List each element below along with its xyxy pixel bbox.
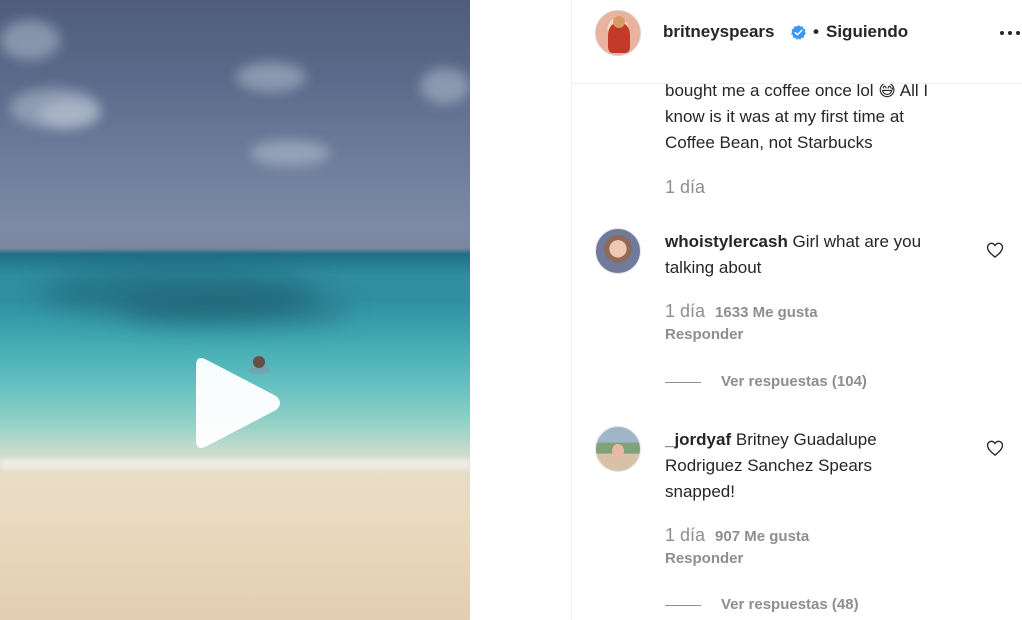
view-replies-label[interactable]: Ver respuestas (104) bbox=[721, 373, 867, 390]
post-details-panel: bought me a coffee once lol 😅 All I know… bbox=[571, 0, 1022, 620]
view-replies-label[interactable]: Ver respuestas (48) bbox=[721, 596, 859, 613]
comment-text: whoistylercash Girl what are you talking… bbox=[665, 229, 965, 281]
reef-shadow bbox=[120, 296, 350, 326]
following-button[interactable]: Siguiendo bbox=[826, 22, 908, 42]
comments-list: bought me a coffee once lol 😅 All I know… bbox=[572, 81, 1022, 620]
separator-dot: • bbox=[813, 22, 819, 41]
comment-body-line: snapped! bbox=[665, 482, 735, 501]
play-icon[interactable] bbox=[188, 354, 284, 452]
view-replies-button[interactable]: Ver respuestas (48) bbox=[665, 596, 859, 613]
comment-meta: 1 día 907 Me gusta bbox=[665, 525, 809, 546]
comment-text: bought me a coffee once lol 😅 All I know… bbox=[665, 78, 995, 156]
comment-username[interactable]: whoistylercash bbox=[665, 232, 788, 251]
reply-button[interactable]: Responder bbox=[665, 326, 743, 343]
avatar-face bbox=[612, 444, 624, 458]
cloud bbox=[250, 140, 330, 166]
cloud bbox=[40, 100, 100, 128]
cloud bbox=[0, 20, 60, 60]
comment-text-line: Coffee Bean, not Starbucks bbox=[665, 133, 873, 152]
avatar[interactable] bbox=[595, 10, 641, 56]
comment-username[interactable]: _jordyaf bbox=[665, 430, 731, 449]
cloud bbox=[236, 62, 306, 92]
post-author-username[interactable]: britneyspears bbox=[663, 22, 775, 42]
post-header: britneyspears • Siguiendo bbox=[572, 0, 1022, 84]
comment-time-text: 1 día bbox=[665, 177, 706, 197]
comment-body-line: talking about bbox=[665, 258, 762, 277]
comment-text-line: know is it was at my first time at bbox=[665, 107, 904, 126]
comment-body-line: Rodriguez Sanchez Spears bbox=[665, 456, 872, 475]
comment-likes[interactable]: 907 Me gusta bbox=[715, 528, 809, 545]
avatar-face bbox=[613, 16, 625, 28]
avatar[interactable] bbox=[595, 426, 641, 472]
divider bbox=[665, 604, 701, 606]
post-video[interactable] bbox=[0, 0, 470, 620]
more-options-icon[interactable] bbox=[998, 30, 1022, 38]
reply-button[interactable]: Responder bbox=[665, 550, 743, 567]
cloud bbox=[420, 68, 470, 104]
comment-meta: 1 día 1633 Me gusta bbox=[665, 301, 818, 322]
comment-body: Girl what are you bbox=[787, 232, 922, 251]
wave-foam bbox=[0, 459, 470, 469]
comment-body: Britney Guadalupe bbox=[731, 430, 877, 449]
divider bbox=[665, 381, 701, 383]
comment-time: 1 día bbox=[665, 301, 706, 321]
comment-likes[interactable]: 1633 Me gusta bbox=[715, 304, 818, 321]
verified-badge-icon bbox=[791, 25, 806, 40]
heart-outline-icon[interactable] bbox=[985, 438, 1005, 458]
heart-outline-icon[interactable] bbox=[985, 240, 1005, 260]
comment-time: 1 día bbox=[665, 525, 706, 545]
comment-text: _jordyaf Britney Guadalupe Rodriguez San… bbox=[665, 427, 965, 505]
avatar[interactable] bbox=[595, 228, 641, 274]
comment-time: 1 día bbox=[665, 177, 705, 198]
view-replies-button[interactable]: Ver respuestas (104) bbox=[665, 373, 867, 390]
